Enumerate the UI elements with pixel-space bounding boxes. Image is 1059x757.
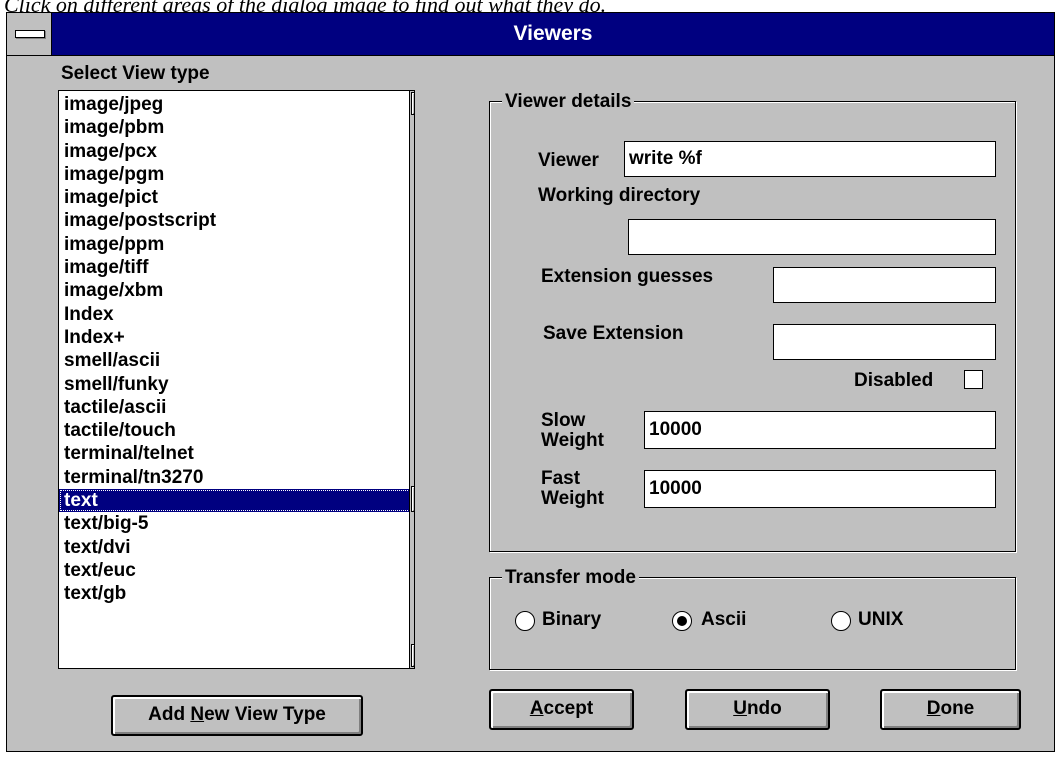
accept-button[interactable]: Accept (489, 689, 634, 730)
extension-guesses-input[interactable] (773, 267, 996, 303)
transfer-mode-legend: Transfer mode (502, 567, 639, 589)
disabled-checkbox[interactable] (964, 370, 983, 389)
disabled-label: Disabled (854, 370, 934, 391)
slow-weight-input[interactable]: 10000 (644, 411, 996, 449)
working-directory-label: Working directory (538, 185, 701, 206)
list-item[interactable]: image/pgm (59, 163, 411, 186)
ascii-radio-label[interactable]: Ascii (701, 609, 746, 631)
fast-label-line2: Weight (541, 488, 604, 509)
button-text: ndo (746, 698, 782, 719)
vertical-scrollbar[interactable]: ▲ ▼ (409, 91, 414, 668)
button-accelerator: N (190, 704, 205, 725)
list-item[interactable]: text (59, 489, 411, 513)
viewers-dialog: Viewers Select View type image/jpeg image… (6, 12, 1055, 752)
add-new-view-type-button[interactable]: Add New View Type (111, 695, 363, 736)
list-item[interactable]: text/euc (59, 559, 411, 582)
list-item[interactable]: image/xbm (59, 279, 411, 302)
list-item[interactable]: image/pbm (59, 116, 411, 139)
list-item[interactable]: tactile/ascii (59, 396, 411, 419)
working-directory-input[interactable] (628, 219, 996, 255)
list-label: Select View type (61, 63, 210, 84)
viewer-details-legend: Viewer details (502, 91, 635, 113)
unix-radio[interactable] (831, 611, 851, 631)
list-item[interactable]: image/ppm (59, 233, 411, 256)
unix-radio-label[interactable]: UNIX (858, 609, 903, 631)
list-item[interactable]: smell/funky (59, 373, 411, 396)
list-item[interactable]: image/pict (59, 186, 411, 209)
viewer-input[interactable]: write %f (624, 141, 996, 177)
save-extension-label: Save Extension (543, 323, 684, 344)
title-bar: Viewers (7, 13, 1054, 56)
list-item[interactable]: Index (59, 303, 411, 326)
system-menu-button[interactable] (7, 13, 52, 55)
list-item[interactable]: text/big-5 (59, 512, 411, 535)
list-item[interactable]: tactile/touch (59, 419, 411, 442)
button-text: Add (148, 704, 191, 725)
save-extension-input[interactable] (773, 324, 996, 360)
minus-icon (15, 30, 45, 38)
button-accelerator: A (529, 698, 544, 719)
slow-label-line2: Weight (541, 430, 604, 451)
list-item[interactable]: image/jpeg (59, 93, 411, 116)
button-text: one (940, 698, 975, 719)
list-item[interactable]: image/tiff (59, 256, 411, 279)
list-item[interactable]: text/dvi (59, 536, 411, 559)
done-button[interactable]: Done (880, 689, 1021, 730)
scroll-thumb[interactable] (411, 486, 414, 512)
list-item[interactable]: image/pcx (59, 140, 411, 163)
window-title: Viewers (513, 22, 593, 45)
binary-radio[interactable] (515, 611, 535, 631)
fast-weight-label: Fast Weight (541, 469, 604, 509)
list-item[interactable]: terminal/telnet (59, 442, 411, 465)
view-type-listbox[interactable]: image/jpeg image/pbm image/pcx image/pgm ima… (58, 90, 415, 669)
list-item[interactable]: image/postscript (59, 209, 411, 232)
scroll-down-arrow-icon[interactable]: ▼ (411, 644, 414, 667)
slow-weight-label: Slow Weight (541, 411, 604, 451)
viewer-label: Viewer (538, 150, 599, 171)
list-item[interactable]: terminal/tn3270 (59, 466, 411, 489)
list-item[interactable]: text/gb (59, 582, 411, 605)
button-text: ew View Type (204, 704, 326, 725)
extension-guesses-label: Extension guesses (541, 266, 714, 287)
button-text: ccept (543, 698, 594, 719)
fast-label-line1: Fast (541, 468, 581, 489)
scroll-up-arrow-icon[interactable]: ▲ (411, 92, 414, 115)
button-accelerator: D (926, 698, 941, 719)
binary-radio-label[interactable]: Binary (542, 609, 601, 631)
fast-weight-input[interactable]: 10000 (644, 470, 996, 508)
list-item[interactable]: smell/ascii (59, 349, 411, 372)
ascii-radio[interactable] (672, 611, 692, 631)
view-type-list[interactable]: image/jpeg image/pbm image/pcx image/pgm ima… (59, 93, 411, 606)
undo-button[interactable]: Undo (685, 689, 830, 730)
radio-selected-dot-icon (677, 616, 687, 626)
list-item[interactable]: Index+ (59, 326, 411, 349)
slow-label-line1: Slow (541, 410, 586, 431)
button-accelerator: U (733, 698, 747, 719)
